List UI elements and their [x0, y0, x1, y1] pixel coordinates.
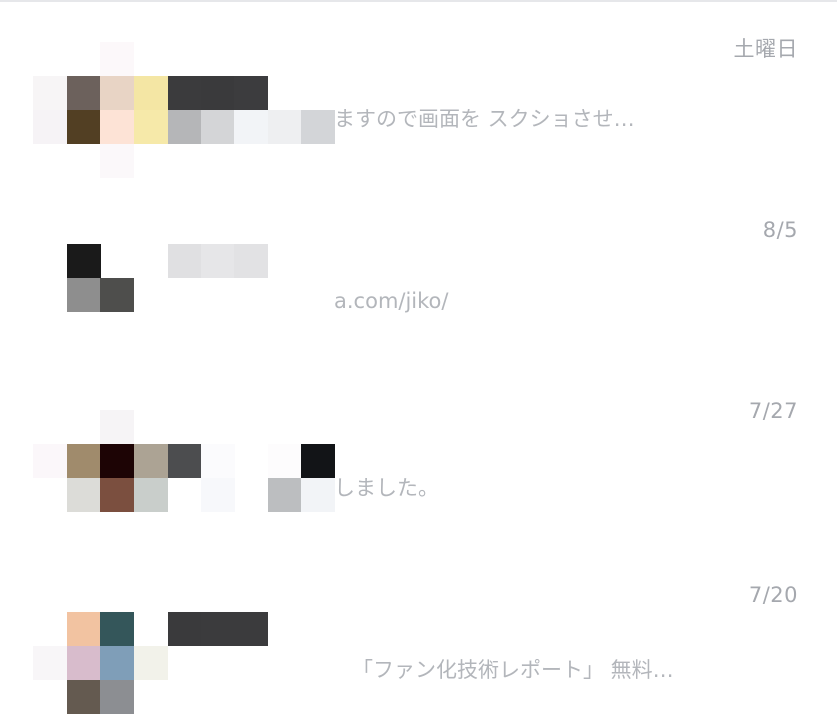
mosaic-tile [67, 244, 101, 278]
chat-preview: a.com/jiko/ [334, 289, 449, 313]
mosaic-tile [201, 478, 235, 512]
mosaic-tile [100, 42, 134, 76]
mosaic-tile [33, 444, 67, 478]
redacted-avatar-mosaic [0, 370, 837, 540]
mosaic-tile [100, 680, 134, 714]
mosaic-tile [100, 410, 134, 444]
mosaic-tile [301, 110, 335, 144]
mosaic-tile [168, 444, 202, 478]
chat-row-3[interactable]: 7/27 しました。 [0, 370, 837, 540]
mosaic-tile [234, 244, 268, 278]
chat-preview: 「ファン化技術レポート」 無料… [352, 658, 674, 682]
mosaic-tile [234, 76, 268, 110]
mosaic-tile [301, 478, 335, 512]
mosaic-tile [268, 478, 302, 512]
mosaic-tile [134, 478, 168, 512]
mosaic-tile [301, 444, 335, 478]
chat-date: 7/27 [748, 399, 798, 423]
mosaic-tile [100, 110, 134, 144]
mosaic-tile [67, 612, 101, 646]
chat-date: 8/5 [762, 218, 798, 242]
mosaic-tile [100, 144, 134, 178]
chat-preview: ますので画面を スクショさせ… [334, 107, 635, 131]
chat-row-1[interactable]: 土曜日 ますので画面を スクショさせ… [0, 0, 837, 178]
mosaic-tile [67, 478, 101, 512]
mosaic-tile [234, 110, 268, 144]
chat-date: 土曜日 [733, 37, 798, 61]
chat-preview: しました。 [334, 476, 439, 500]
mosaic-tile [201, 444, 235, 478]
mosaic-tile [33, 76, 67, 110]
mosaic-tile [67, 278, 101, 312]
mosaic-tile [201, 110, 235, 144]
mosaic-tile [67, 680, 101, 714]
mosaic-tile [100, 646, 134, 680]
mosaic-tile [67, 76, 101, 110]
mosaic-tile [67, 444, 101, 478]
mosaic-tile [201, 612, 235, 646]
mosaic-tile [168, 110, 202, 144]
mosaic-tile [100, 612, 134, 646]
mosaic-tile [134, 444, 168, 478]
mosaic-tile [134, 646, 168, 680]
redacted-avatar-mosaic [0, 554, 837, 724]
mosaic-tile [100, 278, 134, 312]
mosaic-tile [100, 478, 134, 512]
mosaic-tile [201, 76, 235, 110]
chat-date: 7/20 [748, 583, 798, 607]
mosaic-tile [168, 244, 202, 278]
chat-row-2[interactable]: 8/5 a.com/jiko/ [0, 188, 837, 358]
mosaic-tile [168, 612, 202, 646]
mosaic-tile [201, 244, 235, 278]
mosaic-tile [268, 444, 302, 478]
mosaic-tile [33, 110, 67, 144]
mosaic-tile [100, 444, 134, 478]
mosaic-tile [67, 646, 101, 680]
mosaic-tile [134, 76, 168, 110]
mosaic-tile [234, 612, 268, 646]
redacted-avatar-mosaic [0, 0, 837, 178]
mosaic-tile [67, 110, 101, 144]
mosaic-tile [168, 76, 202, 110]
mosaic-tile [33, 646, 67, 680]
chat-list: 土曜日 ますので画面を スクショさせ… 8/5 a.com/jiko/ 7/27… [0, 0, 837, 724]
chat-row-4[interactable]: 7/20 「ファン化技術レポート」 無料… [0, 554, 837, 724]
mosaic-tile [134, 110, 168, 144]
redacted-avatar-mosaic [0, 188, 837, 358]
mosaic-tile [268, 110, 302, 144]
mosaic-tile [100, 76, 134, 110]
